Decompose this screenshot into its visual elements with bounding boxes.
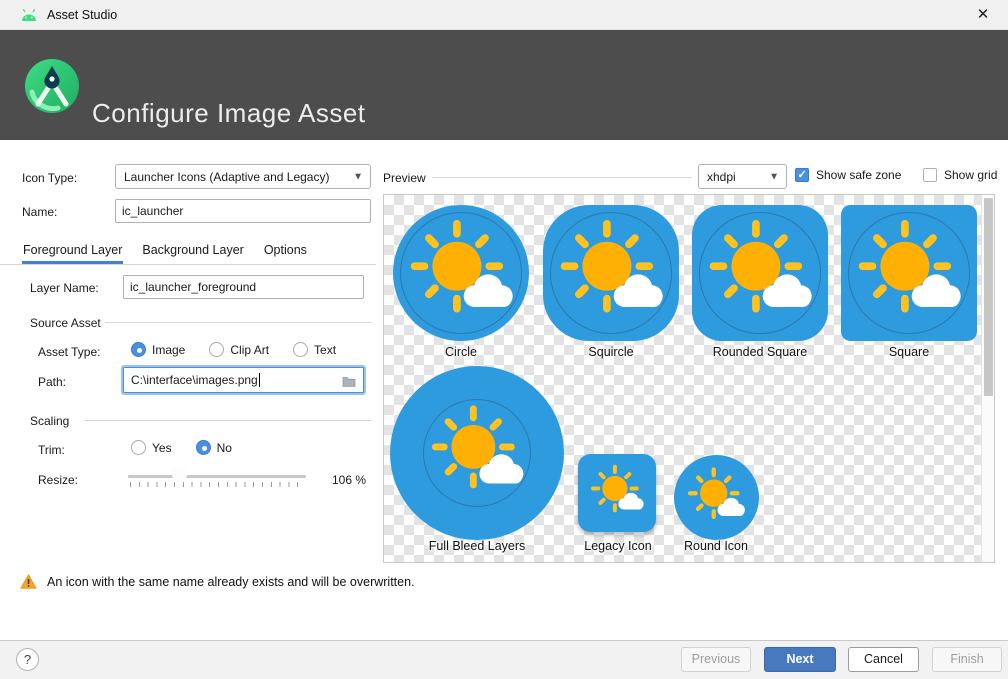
preview-tile-circle xyxy=(393,205,529,341)
finish-button[interactable]: Finish xyxy=(932,647,1002,672)
folder-browse-icon[interactable] xyxy=(342,375,356,387)
preview-tile-round xyxy=(674,455,759,540)
android-studio-logo-icon xyxy=(25,59,79,113)
asset-type-radio-group: Image Clip Art Text xyxy=(131,342,336,357)
safe-zone-ring xyxy=(423,399,531,507)
tab-background-layer[interactable]: Background Layer xyxy=(141,238,244,264)
source-asset-section-label: Source Asset xyxy=(30,316,101,330)
layer-name-label: Layer Name: xyxy=(30,281,99,295)
section-divider xyxy=(105,322,371,323)
show-grid-checkbox[interactable] xyxy=(923,168,937,182)
density-select[interactable]: xhdpi ▼ xyxy=(698,164,787,189)
title-bar: Asset Studio ✕ xyxy=(0,0,1008,30)
radio-image-label: Image xyxy=(152,343,185,357)
show-safe-zone-option: Show safe zone xyxy=(795,168,901,182)
safe-zone-ring xyxy=(400,212,522,334)
android-icon xyxy=(20,8,38,23)
show-safe-zone-checkbox[interactable] xyxy=(795,168,809,182)
radio-text[interactable] xyxy=(293,342,308,357)
tile-label: Square xyxy=(841,345,977,359)
help-button[interactable]: ? xyxy=(16,648,39,671)
radio-trim-no-label: No xyxy=(217,441,232,455)
density-value: xhdpi xyxy=(707,170,736,184)
window-title: Asset Studio xyxy=(47,8,117,22)
trim-label: Trim: xyxy=(38,443,65,457)
previous-button[interactable]: Previous xyxy=(681,647,751,672)
chevron-down-icon: ▼ xyxy=(353,171,363,182)
preview-scrollbar[interactable] xyxy=(981,195,994,562)
tile-label: Full Bleed Layers xyxy=(390,539,564,553)
radio-clip-art[interactable] xyxy=(209,342,224,357)
button-bar: ? Previous Next Cancel Finish xyxy=(0,640,1008,679)
slider-ticks xyxy=(130,482,306,487)
show-safe-zone-label: Show safe zone xyxy=(816,168,901,182)
radio-image[interactable] xyxy=(131,342,146,357)
tile-label: Rounded Square xyxy=(692,345,828,359)
preview-tile-square xyxy=(841,205,977,341)
show-grid-option: Show grid xyxy=(923,168,997,182)
icon-type-label: Icon Type: xyxy=(22,171,77,185)
preview-tile-legacy xyxy=(578,454,656,532)
scaling-section-label: Scaling xyxy=(30,414,69,428)
tile-label: Round Icon xyxy=(648,539,784,553)
safe-zone-ring xyxy=(550,212,672,334)
radio-clip-art-label: Clip Art xyxy=(230,343,269,357)
next-button[interactable]: Next xyxy=(764,647,836,672)
name-input[interactable] xyxy=(115,199,371,223)
path-input[interactable]: C:\interface\images.png xyxy=(123,367,364,393)
resize-label: Resize: xyxy=(38,473,78,487)
tile-label: Squircle xyxy=(543,345,679,359)
preview-tile-full-bleed xyxy=(390,366,564,540)
resize-value: 106 % xyxy=(332,473,366,487)
tab-foreground-layer[interactable]: Foreground Layer xyxy=(22,238,123,264)
tab-options[interactable]: Options xyxy=(263,238,308,264)
close-icon[interactable]: ✕ xyxy=(970,4,996,26)
layer-tabs: Foreground Layer Background Layer Option… xyxy=(0,238,376,265)
section-divider xyxy=(432,177,692,178)
tile-label: Circle xyxy=(393,345,529,359)
preview-section-label: Preview xyxy=(383,171,426,185)
name-label: Name: xyxy=(22,205,57,219)
slider-track[interactable] xyxy=(128,475,306,478)
radio-trim-yes-label: Yes xyxy=(152,441,172,455)
dialog-header: Configure Image Asset xyxy=(0,30,1008,140)
safe-zone-ring xyxy=(848,212,970,334)
icon-type-value: Launcher Icons (Adaptive and Legacy) xyxy=(124,170,329,184)
layer-name-input[interactable] xyxy=(123,275,364,299)
resize-slider[interactable] xyxy=(128,466,306,488)
page-title: Configure Image Asset xyxy=(92,98,366,129)
chevron-down-icon: ▼ xyxy=(769,171,779,182)
cancel-button[interactable]: Cancel xyxy=(848,647,919,672)
asset-type-label: Asset Type: xyxy=(38,345,100,359)
path-value: C:\interface\images.png xyxy=(131,373,258,387)
text-caret xyxy=(259,373,260,387)
warning-text: An icon with the same name already exist… xyxy=(47,575,415,589)
section-divider xyxy=(85,420,371,421)
preview-tile-rounded-square xyxy=(692,205,828,341)
radio-trim-no[interactable] xyxy=(196,440,211,455)
safe-zone-ring xyxy=(699,212,821,334)
warning-icon xyxy=(20,574,37,589)
radio-text-label: Text xyxy=(314,343,336,357)
path-label: Path: xyxy=(38,375,66,389)
warning-row: An icon with the same name already exist… xyxy=(20,574,415,589)
scrollbar-thumb[interactable] xyxy=(984,198,993,396)
show-grid-label: Show grid xyxy=(944,168,997,182)
trim-radio-group: Yes No xyxy=(131,440,232,455)
preview-tile-squircle xyxy=(543,205,679,341)
preview-canvas: Circle Squircle Rounded Square Square Fu… xyxy=(383,194,995,563)
icon-type-select[interactable]: Launcher Icons (Adaptive and Legacy) ▼ xyxy=(115,164,371,189)
radio-trim-yes[interactable] xyxy=(131,440,146,455)
